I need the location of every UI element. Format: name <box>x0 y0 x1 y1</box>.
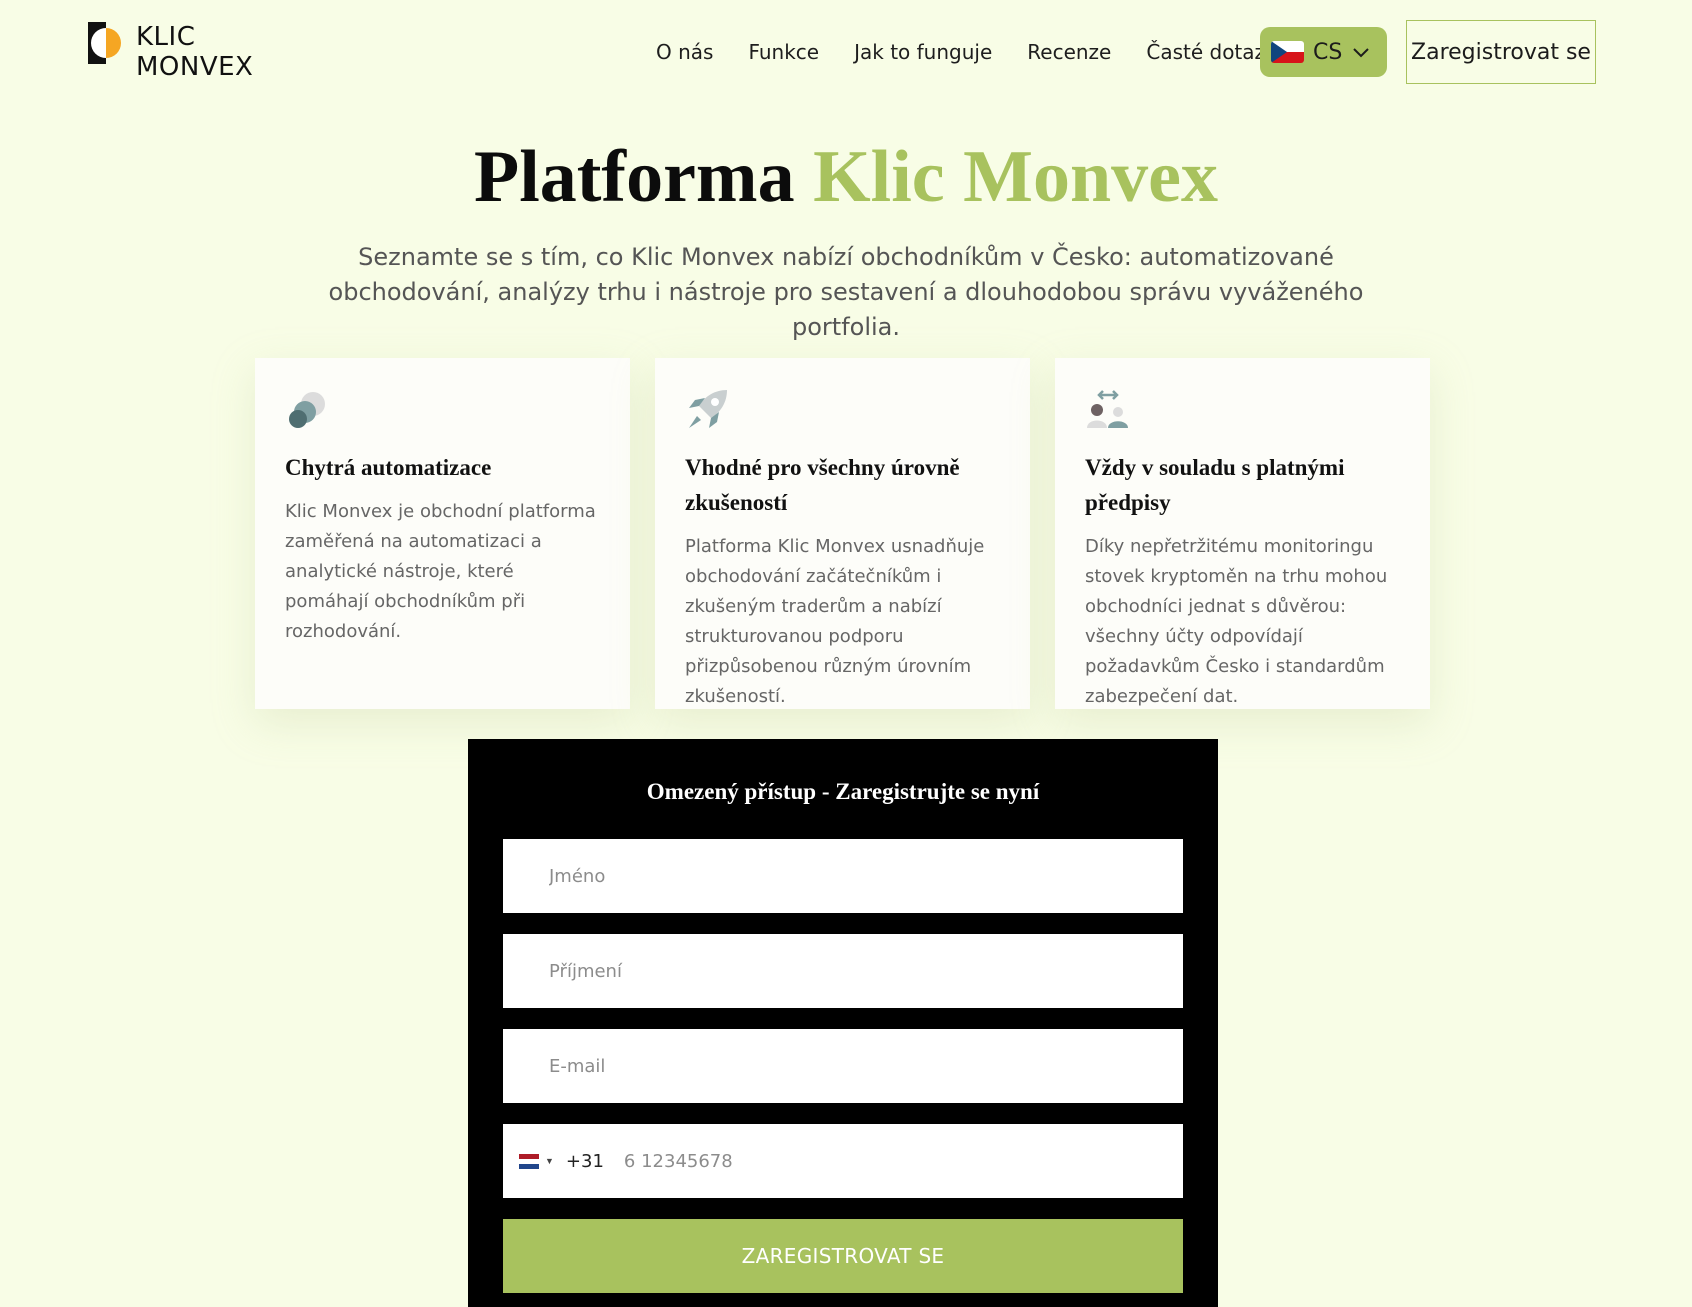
chevron-down-icon <box>1353 48 1370 58</box>
nav-item-about[interactable]: O nás <box>656 40 713 64</box>
nav-item-features[interactable]: Funkce <box>748 40 819 64</box>
feature-card: Vhodné pro všechny úrovně zkušeností Pla… <box>655 358 1030 709</box>
feature-text: Platforma Klic Monvex usnadňuje obchodov… <box>685 536 985 707</box>
site-header: KLIC MONVEX O nás Funkce Jak to funguje … <box>0 0 1692 104</box>
language-selector[interactable]: CS <box>1260 27 1387 77</box>
page-title-main: Platforma <box>474 136 795 218</box>
submit-register-button[interactable]: ZAREGISTROVAT SE <box>503 1219 1183 1293</box>
feature-text: Klic Monvex je obchodní platforma zaměře… <box>285 501 596 642</box>
brand-name: KLIC MONVEX <box>136 22 253 82</box>
nav-item-reviews[interactable]: Recenze <box>1027 40 1111 64</box>
feature-card: Vždy v souladu s platnými předpisy Díky … <box>1055 358 1430 709</box>
logo-mark-icon <box>88 22 121 64</box>
brand-name-line2: MONVEX <box>136 52 254 82</box>
phone-input[interactable] <box>623 1124 1183 1198</box>
brand-name-line1: KLIC <box>136 22 196 52</box>
country-dropdown-arrow-icon[interactable]: ▼ <box>545 1156 554 1166</box>
circles-icon <box>289 392 325 428</box>
phone-dial-code: +31 <box>565 1150 604 1172</box>
email-field[interactable] <box>503 1029 1183 1103</box>
page-title: Platforma Klic Monvex <box>0 132 1692 222</box>
register-button-header[interactable]: Zaregistrovat se <box>1406 20 1596 84</box>
feature-title: Chytrá automatizace <box>285 455 492 480</box>
feature-title: Vhodné pro všechny úrovně zkušeností <box>685 455 960 515</box>
feature-card: Chytrá automatizace Klic Monvex je obcho… <box>255 358 630 709</box>
feature-title: Vždy v souladu s platnými předpisy <box>1085 455 1345 515</box>
feature-cards: Chytrá automatizace Klic Monvex je obcho… <box>255 358 1430 709</box>
feature-text: Díky nepřetržitému monitoringu stovek kr… <box>1085 536 1388 707</box>
brand-logo[interactable]: KLIC MONVEX <box>88 22 253 82</box>
czech-flag-icon <box>1271 41 1304 63</box>
users-exchange-icon <box>1087 390 1128 428</box>
last-name-field[interactable] <box>503 934 1183 1008</box>
first-name-field[interactable] <box>503 839 1183 913</box>
language-code: CS <box>1313 39 1343 65</box>
rocket-icon <box>689 390 727 428</box>
landing-page: KLIC MONVEX O nás Funkce Jak to funguje … <box>0 0 1692 1307</box>
registration-form: Omezený přístup - Zaregistrujte se nyní … <box>468 739 1218 1307</box>
main-nav: O nás Funkce Jak to funguje Recenze Čast… <box>656 40 1312 64</box>
page-subtitle: Seznamte se s tím, co Klic Monvex nabízí… <box>328 243 1364 341</box>
page-title-accent: Klic Monvex <box>813 136 1218 218</box>
nav-item-how-it-works[interactable]: Jak to funguje <box>854 40 992 64</box>
netherlands-flag-icon[interactable] <box>519 1153 539 1169</box>
phone-field-group: ▼ +31 <box>503 1124 1183 1198</box>
nav-item-faq[interactable]: Časté dotazy <box>1146 40 1277 64</box>
form-title: Omezený přístup - Zaregistrujte se nyní <box>646 779 1040 804</box>
